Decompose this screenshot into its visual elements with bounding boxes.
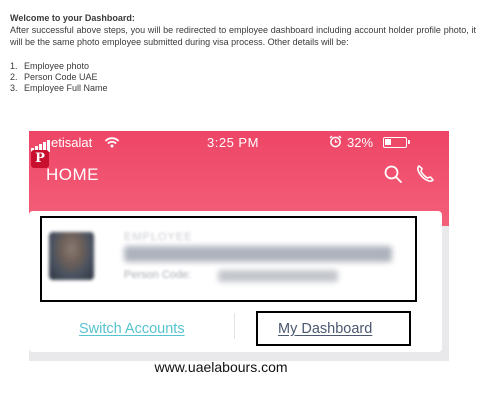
section-heading: Welcome to your Dashboard:: [10, 13, 135, 23]
app-screenshot: etisalat 3:25 PM 32% P HOME EMPLOYEE Per…: [29, 131, 449, 361]
wifi-icon: [105, 137, 119, 148]
phone-icon[interactable]: [415, 164, 435, 184]
divider: [234, 313, 235, 339]
description-paragraph: After successful above steps, you will b…: [10, 25, 476, 47]
watermark-url: www.uaelabours.com: [154, 359, 288, 375]
page-title: HOME: [46, 165, 99, 184]
battery-icon: [383, 137, 410, 148]
search-icon[interactable]: [383, 164, 403, 184]
details-list: 1. Employee photo 2. Person Code UAE 3. Emp…: [10, 61, 476, 94]
person-code-label: Person Code:: [124, 269, 192, 281]
status-bar: etisalat 3:25 PM 32%: [29, 133, 449, 153]
employee-name-blurred: [124, 246, 392, 262]
list-item: 1. Employee photo: [10, 61, 90, 71]
status-time: 3:25 PM: [207, 135, 259, 150]
person-code-blurred: [218, 270, 338, 282]
dashboard-highlight: My Dashboard: [256, 311, 411, 346]
account-card: EMPLOYEE Person Code: Switch Accounts My…: [29, 211, 442, 352]
battery-percent: 32%: [347, 135, 374, 150]
alarm-icon: [329, 135, 342, 148]
list-item: 2. Person Code UAE: [10, 72, 98, 82]
instructions-text: Welcome to your Dashboard: After success…: [10, 12, 476, 94]
avatar: [49, 232, 94, 280]
profile-highlight: EMPLOYEE Person Code:: [40, 216, 417, 302]
carrier-name: etisalat: [51, 135, 93, 150]
employee-label: EMPLOYEE: [124, 231, 193, 243]
list-item: 3. Employee Full Name: [10, 83, 108, 93]
my-dashboard-link[interactable]: My Dashboard: [278, 321, 372, 337]
switch-accounts-link[interactable]: Switch Accounts: [79, 321, 185, 337]
